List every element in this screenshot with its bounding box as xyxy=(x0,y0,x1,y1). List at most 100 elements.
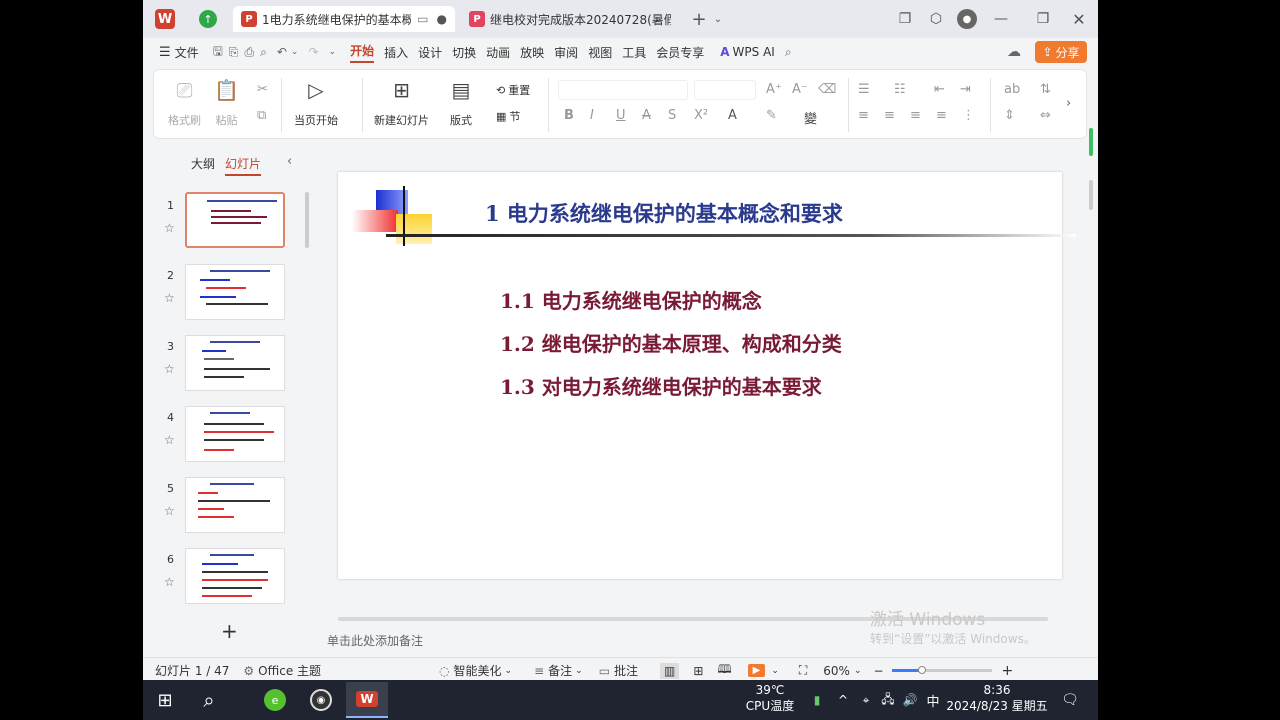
highlight-icon[interactable]: ✎ xyxy=(766,108,777,123)
chevron-right-icon[interactable]: › xyxy=(1066,96,1071,111)
underline-icon[interactable]: U xyxy=(616,108,626,123)
slide-canvas[interactable]: 1 电力系统继电保护的基本概念和要求 1.1 电力系统继电保护的概念 1.2 继… xyxy=(338,172,1076,579)
align-center-icon[interactable]: ≡ xyxy=(884,108,895,123)
paste-button[interactable]: 📋 粘贴 xyxy=(214,78,239,128)
reading-view-icon[interactable]: 🕮 xyxy=(717,660,731,681)
notes-button[interactable]: 备注 xyxy=(548,662,572,679)
menu-insert[interactable]: 插入 xyxy=(384,44,408,61)
justify-icon[interactable]: ≡ xyxy=(936,108,947,123)
start-from-current-button[interactable]: ▷ 当页开始 xyxy=(294,78,338,128)
clock[interactable]: 8:36 2024/8/23 星期五 xyxy=(945,682,1049,714)
ime-indicator[interactable]: 中 xyxy=(925,690,941,710)
fit-window-icon[interactable]: ⛶ xyxy=(799,663,807,678)
wps-taskbar-icon[interactable]: W xyxy=(346,682,388,718)
zoom-slider[interactable] xyxy=(891,666,992,674)
notes-placeholder[interactable]: 单击此处添加备注 xyxy=(327,632,423,649)
menu-home[interactable]: 开始 xyxy=(350,42,375,63)
line-spacing-icon[interactable]: ⇕ xyxy=(1004,108,1015,123)
chevron-up-icon[interactable]: ^ xyxy=(836,692,850,708)
wps-ai-button[interactable]: WPS AI xyxy=(733,45,775,59)
star-icon[interactable]: ☆ xyxy=(164,221,175,235)
slide-thumbnail-6[interactable] xyxy=(185,548,285,604)
copy-icon[interactable]: ⧉ xyxy=(257,108,266,123)
undo-icon[interactable]: ↶ xyxy=(277,45,287,59)
minimize-icon[interactable]: — xyxy=(993,10,1009,28)
panel-scrollbar[interactable] xyxy=(305,192,309,248)
star-icon[interactable]: ☆ xyxy=(164,291,175,305)
menu-review[interactable]: 审阅 xyxy=(554,44,578,61)
share-button[interactable]: ⇪ 分享 xyxy=(1035,41,1087,63)
home-icon[interactable]: ↑ xyxy=(199,10,217,28)
tab-outline[interactable]: 大纲 xyxy=(191,155,215,172)
zoom-in-icon[interactable]: + xyxy=(1002,663,1014,679)
font-name-select[interactable] xyxy=(558,80,688,100)
tab-slides[interactable]: 幻灯片 xyxy=(225,155,262,176)
preview-icon[interactable]: ⌕ xyxy=(260,45,267,60)
column-spacing-icon[interactable]: ⇔ xyxy=(1040,108,1051,123)
section-button[interactable]: ▦ 节 xyxy=(496,108,520,124)
cut-icon[interactable]: ✂ xyxy=(257,82,268,97)
reset-button[interactable]: ⟲ 重置 xyxy=(496,82,530,98)
browser-icon[interactable]: e xyxy=(264,689,286,711)
indent-decrease-icon[interactable]: ⇤ xyxy=(934,82,945,97)
editor-scrollbar[interactable] xyxy=(1089,180,1093,210)
menu-member[interactable]: 会员专享 xyxy=(656,44,704,61)
slide-thumbnail-2[interactable] xyxy=(185,264,285,320)
search-icon[interactable]: ⌕ xyxy=(785,45,792,60)
cloud-icon[interactable]: ☁ xyxy=(1007,44,1021,60)
new-tab-icon[interactable]: + xyxy=(691,9,707,30)
align-right-icon[interactable]: ≡ xyxy=(910,108,921,123)
network-icon[interactable]: 🖧 xyxy=(881,692,895,708)
star-icon[interactable]: ☆ xyxy=(164,504,175,518)
layout-button[interactable]: ▤ 版式 xyxy=(450,78,472,128)
star-icon[interactable]: ☆ xyxy=(164,433,175,447)
battery-icon[interactable]: ▮ xyxy=(811,692,823,708)
star-icon[interactable]: ☆ xyxy=(164,362,175,376)
zoom-slider-thumb[interactable] xyxy=(917,666,926,674)
shrink-font-icon[interactable]: A⁻ xyxy=(792,82,808,97)
menu-tools[interactable]: 工具 xyxy=(622,44,646,61)
menu-design[interactable]: 设计 xyxy=(418,44,442,61)
volume-icon[interactable]: 🔊 xyxy=(903,692,918,708)
chevron-down-icon[interactable]: ⌄ xyxy=(771,666,779,676)
new-slide-button[interactable]: ⊞ 新建幻灯片 xyxy=(374,78,429,128)
superscript-icon[interactable]: X² xyxy=(694,108,708,123)
zoom-level[interactable]: 60% xyxy=(823,664,850,678)
window-restore-icon[interactable]: ❐ xyxy=(897,10,913,28)
tab-document-2[interactable]: P 继电校对完成版本20240728(暑假班) xyxy=(461,6,679,32)
numbered-list-icon[interactable]: ☷ xyxy=(894,82,906,97)
chevron-down-icon[interactable]: ⌄ xyxy=(575,666,583,676)
location-icon[interactable]: ⌖ xyxy=(859,692,873,708)
star-icon[interactable]: ☆ xyxy=(164,575,175,589)
obs-icon[interactable]: ◉ xyxy=(310,689,332,711)
font-color-icon[interactable]: A xyxy=(728,108,737,123)
maximize-icon[interactable]: ❐ xyxy=(1035,10,1051,28)
unsaved-dot-icon[interactable]: ● xyxy=(437,12,447,26)
menu-transition[interactable]: 切换 xyxy=(452,44,476,61)
bold-icon[interactable]: B xyxy=(564,108,574,123)
zoom-out-icon[interactable]: − xyxy=(873,664,883,678)
redo-icon[interactable]: ↷ xyxy=(308,45,318,59)
menu-slideshow[interactable]: 放映 xyxy=(520,44,544,61)
play-icon[interactable]: ▶ xyxy=(747,664,766,677)
comments-button[interactable]: 批注 xyxy=(614,662,638,679)
hamburger-icon[interactable]: ☰ xyxy=(159,45,171,60)
add-slide-icon[interactable]: + xyxy=(221,619,238,643)
export-icon[interactable]: ⎘ xyxy=(229,45,239,60)
slide-thumbnail-4[interactable] xyxy=(185,406,285,462)
distribute-icon[interactable]: ⋮ xyxy=(962,108,975,123)
avatar[interactable]: ● xyxy=(957,9,977,29)
theme-label[interactable]: Office 主题 xyxy=(258,662,321,679)
chevron-down-icon[interactable]: ⌄ xyxy=(329,47,337,57)
chevron-down-icon[interactable]: ⌄ xyxy=(291,47,299,57)
smart-beautify-button[interactable]: 智能美化 xyxy=(454,662,502,679)
windows-start-icon[interactable]: ⊞ xyxy=(155,690,175,711)
grow-font-icon[interactable]: A⁺ xyxy=(766,82,782,97)
tab-document-1[interactable]: P 1电力系统继电保护的基本概念 ▭ ● xyxy=(233,6,455,32)
align-left-icon[interactable]: ≡ xyxy=(858,108,869,123)
normal-view-icon[interactable]: ▥ xyxy=(660,662,680,679)
menu-view[interactable]: 视图 xyxy=(588,44,612,61)
search-icon[interactable]: ⌕ xyxy=(197,688,221,712)
save-icon[interactable]: 🖫 xyxy=(213,42,223,63)
text-direction-icon[interactable]: ab xyxy=(1004,82,1020,97)
